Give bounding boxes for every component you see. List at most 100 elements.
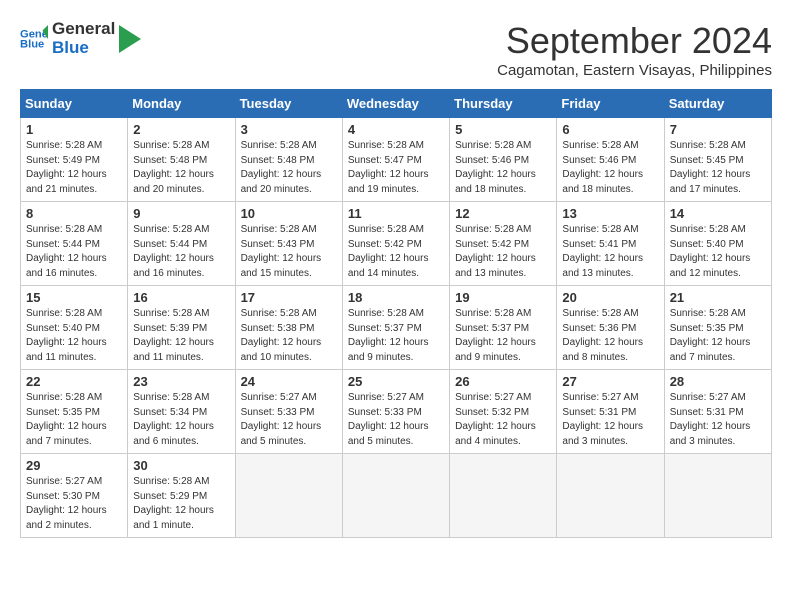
calendar-week-row: 15 Sunrise: 5:28 AMSunset: 5:40 PMDayligh…: [21, 286, 772, 370]
logo: General Blue General Blue: [20, 20, 141, 57]
header-tuesday: Tuesday: [235, 90, 342, 118]
day-number: 25: [348, 374, 444, 389]
page-header: General Blue General Blue September 2024…: [20, 20, 772, 79]
table-row: [450, 454, 557, 538]
table-row: 26Sunrise: 5:27 AMSunset: 5:32 PMDayligh…: [450, 370, 557, 454]
calendar-table: Sunday Monday Tuesday Wednesday Thursday…: [20, 89, 772, 538]
day-info: Sunrise: 5:28 AMSunset: 5:36 PMDaylight:…: [562, 307, 658, 365]
table-row: 19Sunrise: 5:28 AMSunset: 5:37 PMDayligh…: [450, 286, 557, 370]
table-row: 2 Sunrise: 5:28 AMSunset: 5:48 PMDaylight…: [128, 118, 235, 202]
day-info: Sunrise: 5:27 AMSunset: 5:33 PMDaylight:…: [348, 391, 444, 449]
day-number: 18: [348, 290, 444, 305]
table-row: 6Sunrise: 5:28 AMSunset: 5:46 PMDaylight…: [557, 118, 664, 202]
day-number: 10: [241, 206, 337, 221]
table-row: 12 Sunrise: 5:28 AMSunset: 5:42 PMDayligh…: [450, 202, 557, 286]
day-number: 28: [670, 374, 766, 389]
day-info: Sunrise: 5:28 AMSunset: 5:35 PMDaylight:…: [26, 391, 122, 449]
day-number: 7: [670, 122, 766, 137]
day-number: 5: [455, 122, 551, 137]
table-row: 7 Sunrise: 5:28 AMSunset: 5:45 PMDaylight…: [664, 118, 771, 202]
day-info: Sunrise: 5:27 AMSunset: 5:33 PMDaylight:…: [241, 391, 337, 449]
table-row: 20 Sunrise: 5:28 AMSunset: 5:36 PMDayligh…: [557, 286, 664, 370]
day-number: 26: [455, 374, 551, 389]
header-friday: Friday: [557, 90, 664, 118]
day-info: Sunrise: 5:28 AMSunset: 5:45 PMDaylight:…: [670, 139, 766, 197]
day-number: 24: [241, 374, 337, 389]
table-row: 29 Sunrise: 5:27 AMSunset: 5:30 PMDayligh…: [21, 454, 128, 538]
table-row: 8 Sunrise: 5:28 AMSunset: 5:44 PMDaylight…: [21, 202, 128, 286]
calendar-week-row: 8 Sunrise: 5:28 AMSunset: 5:44 PMDaylight…: [21, 202, 772, 286]
calendar-week-row: 29 Sunrise: 5:27 AMSunset: 5:30 PMDayligh…: [21, 454, 772, 538]
day-info: Sunrise: 5:28 AMSunset: 5:34 PMDaylight:…: [133, 391, 229, 449]
table-row: 16 Sunrise: 5:28 AMSunset: 5:39 PMDayligh…: [128, 286, 235, 370]
table-row: 18 Sunrise: 5:28 AMSunset: 5:37 PMDayligh…: [342, 286, 449, 370]
table-row: 3 Sunrise: 5:28 AMSunset: 5:48 PMDaylight…: [235, 118, 342, 202]
table-row: 9Sunrise: 5:28 AMSunset: 5:44 PMDaylight…: [128, 202, 235, 286]
day-number: 11: [348, 206, 444, 221]
table-row: 15 Sunrise: 5:28 AMSunset: 5:40 PMDayligh…: [21, 286, 128, 370]
day-info: Sunrise: 5:28 AMSunset: 5:39 PMDaylight:…: [133, 307, 229, 365]
day-number: 21: [670, 290, 766, 305]
day-info: Sunrise: 5:27 AMSunset: 5:31 PMDaylight:…: [562, 391, 658, 449]
day-number: 3: [241, 122, 337, 137]
day-info: Sunrise: 5:28 AMSunset: 5:44 PMDaylight:…: [26, 223, 122, 281]
day-info: Sunrise: 5:28 AMSunset: 5:41 PMDaylight:…: [562, 223, 658, 281]
day-info: Sunrise: 5:28 AMSunset: 5:44 PMDaylight:…: [133, 223, 229, 281]
svg-text:Blue: Blue: [20, 38, 44, 50]
day-info: Sunrise: 5:28 AMSunset: 5:40 PMDaylight:…: [26, 307, 122, 365]
calendar-week-row: 1Sunrise: 5:28 AMSunset: 5:49 PMDaylight…: [21, 118, 772, 202]
day-number: 27: [562, 374, 658, 389]
logo-general: General: [52, 20, 115, 39]
calendar-week-row: 22 Sunrise: 5:28 AMSunset: 5:35 PMDayligh…: [21, 370, 772, 454]
day-info: Sunrise: 5:28 AMSunset: 5:48 PMDaylight:…: [133, 139, 229, 197]
day-info: Sunrise: 5:27 AMSunset: 5:30 PMDaylight:…: [26, 475, 122, 533]
weekday-header-row: Sunday Monday Tuesday Wednesday Thursday…: [21, 90, 772, 118]
day-info: Sunrise: 5:28 AMSunset: 5:35 PMDaylight:…: [670, 307, 766, 365]
table-row: 17Sunrise: 5:28 AMSunset: 5:38 PMDayligh…: [235, 286, 342, 370]
day-info: Sunrise: 5:28 AMSunset: 5:48 PMDaylight:…: [241, 139, 337, 197]
header-sunday: Sunday: [21, 90, 128, 118]
title-area: September 2024 Cagamotan, Eastern Visaya…: [497, 20, 772, 79]
day-number: 4: [348, 122, 444, 137]
day-number: 2: [133, 122, 229, 137]
table-row: [342, 454, 449, 538]
logo-arrow-icon: [119, 25, 141, 53]
header-saturday: Saturday: [664, 90, 771, 118]
logo-blue: Blue: [52, 39, 115, 58]
day-info: Sunrise: 5:28 AMSunset: 5:42 PMDaylight:…: [455, 223, 551, 281]
day-number: 14: [670, 206, 766, 221]
day-number: 17: [241, 290, 337, 305]
table-row: 1Sunrise: 5:28 AMSunset: 5:49 PMDaylight…: [21, 118, 128, 202]
day-number: 6: [562, 122, 658, 137]
table-row: 25 Sunrise: 5:27 AMSunset: 5:33 PMDayligh…: [342, 370, 449, 454]
day-info: Sunrise: 5:28 AMSunset: 5:37 PMDaylight:…: [348, 307, 444, 365]
table-row: 30 Sunrise: 5:28 AMSunset: 5:29 PMDayligh…: [128, 454, 235, 538]
day-number: 29: [26, 458, 122, 473]
day-number: 16: [133, 290, 229, 305]
table-row: [235, 454, 342, 538]
day-info: Sunrise: 5:28 AMSunset: 5:42 PMDaylight:…: [348, 223, 444, 281]
logo-icon: General Blue: [20, 25, 48, 53]
location-subtitle: Cagamotan, Eastern Visayas, Philippines: [497, 62, 772, 79]
day-number: 30: [133, 458, 229, 473]
day-info: Sunrise: 5:28 AMSunset: 5:47 PMDaylight:…: [348, 139, 444, 197]
header-monday: Monday: [128, 90, 235, 118]
header-thursday: Thursday: [450, 90, 557, 118]
day-number: 20: [562, 290, 658, 305]
table-row: 13 Sunrise: 5:28 AMSunset: 5:41 PMDayligh…: [557, 202, 664, 286]
day-number: 12: [455, 206, 551, 221]
day-number: 13: [562, 206, 658, 221]
day-number: 15: [26, 290, 122, 305]
table-row: 10Sunrise: 5:28 AMSunset: 5:43 PMDayligh…: [235, 202, 342, 286]
table-row: 5Sunrise: 5:28 AMSunset: 5:46 PMDaylight…: [450, 118, 557, 202]
day-info: Sunrise: 5:28 AMSunset: 5:40 PMDaylight:…: [670, 223, 766, 281]
day-number: 8: [26, 206, 122, 221]
day-number: 22: [26, 374, 122, 389]
table-row: [557, 454, 664, 538]
table-row: 24 Sunrise: 5:27 AMSunset: 5:33 PMDayligh…: [235, 370, 342, 454]
table-row: 28Sunrise: 5:27 AMSunset: 5:31 PMDayligh…: [664, 370, 771, 454]
table-row: 11 Sunrise: 5:28 AMSunset: 5:42 PMDayligh…: [342, 202, 449, 286]
table-row: [664, 454, 771, 538]
day-info: Sunrise: 5:28 AMSunset: 5:29 PMDaylight:…: [133, 475, 229, 533]
day-number: 19: [455, 290, 551, 305]
